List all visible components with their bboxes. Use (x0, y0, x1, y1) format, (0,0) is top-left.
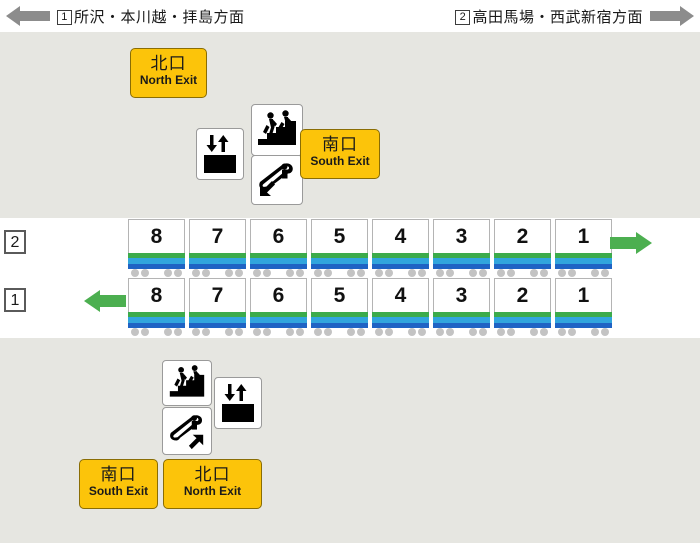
arrow-right-gray-icon (650, 6, 694, 26)
header-bar: 1 所沢・本川越・拝島方面 2 高田馬場・西武新宿方面 (0, 0, 700, 32)
arrow-left-gray-icon (6, 6, 50, 26)
car-wheels (311, 269, 368, 277)
car-wheels (128, 328, 185, 336)
car-wheels (311, 328, 368, 336)
train-car[interactable]: 8 (128, 219, 185, 277)
lower-north-exit-jp: 北口 (194, 465, 231, 484)
car-number: 7 (189, 278, 246, 312)
car-number: 3 (433, 219, 490, 253)
train-car[interactable]: 2 (494, 219, 551, 277)
upper-north-exit-en: North Exit (139, 73, 198, 87)
escalator-glyph (259, 163, 293, 196)
car-wheels (250, 328, 307, 336)
car-number: 8 (128, 278, 185, 312)
lower-elevator-icon[interactable] (214, 377, 262, 429)
car-wheels (189, 328, 246, 336)
header-direction-left: 1 所沢・本川越・拝島方面 (6, 5, 245, 27)
train-car[interactable]: 5 (311, 219, 368, 277)
car-number: 1 (555, 278, 612, 312)
train-car[interactable]: 1 (555, 278, 612, 336)
lower-south-exit-en: South Exit (88, 484, 149, 498)
stairs-glyph (169, 365, 205, 397)
upper-south-exit-jp: 南口 (322, 135, 358, 154)
car-number: 6 (250, 278, 307, 312)
car-number: 6 (250, 219, 307, 253)
car-wheels (372, 328, 429, 336)
car-number: 5 (311, 219, 368, 253)
train-car[interactable]: 3 (433, 219, 490, 277)
train-car[interactable]: 4 (372, 219, 429, 277)
train-car[interactable]: 8 (128, 278, 185, 336)
car-number: 4 (372, 278, 429, 312)
stairs-glyph (258, 110, 296, 145)
elevator-glyph (204, 135, 236, 173)
train-car[interactable]: 2 (494, 278, 551, 336)
platform-badge-2: 2 (4, 230, 26, 254)
car-number: 8 (128, 219, 185, 253)
header-direction-right: 2 高田馬場・西武新宿方面 (455, 5, 694, 27)
train-platform-1: 8 7 6 5 4 3 2 1 (128, 278, 612, 336)
lower-south-exit-jp: 南口 (100, 465, 137, 484)
train-car[interactable]: 6 (250, 278, 307, 336)
lower-stairs-icon[interactable] (162, 360, 212, 406)
car-number: 2 (494, 278, 551, 312)
car-number: 4 (372, 219, 429, 253)
train-car[interactable]: 7 (189, 219, 246, 277)
upper-north-exit-sign[interactable]: 北口 North Exit (130, 48, 207, 98)
car-number: 5 (311, 278, 368, 312)
lower-north-exit-en: North Exit (183, 484, 242, 498)
car-wheels (128, 269, 185, 277)
car-wheels (250, 269, 307, 277)
train-platform-2: 8 7 6 5 4 3 2 1 (128, 219, 612, 277)
car-wheels (494, 328, 551, 336)
train-car[interactable]: 5 (311, 278, 368, 336)
lower-south-exit-sign[interactable]: 南口 South Exit (79, 459, 158, 509)
upper-north-exit-jp: 北口 (150, 54, 187, 73)
upper-elevator-icon[interactable] (196, 128, 244, 180)
lower-concourse-area (0, 338, 700, 543)
car-wheels (494, 269, 551, 277)
lower-north-exit-sign[interactable]: 北口 North Exit (163, 459, 262, 509)
car-wheels (555, 328, 612, 336)
header-left-destinations: 所沢・本川越・拝島方面 (74, 8, 245, 26)
car-number: 1 (555, 219, 612, 253)
train-car[interactable]: 4 (372, 278, 429, 336)
upper-concourse-area (0, 32, 700, 218)
train-car[interactable]: 6 (250, 219, 307, 277)
car-wheels (372, 269, 429, 277)
platform-1-direction-arrow-left-icon (84, 290, 126, 312)
train-car[interactable]: 3 (433, 278, 490, 336)
upper-south-exit-sign[interactable]: 南口 South Exit (300, 129, 380, 179)
platform-2-direction-arrow-right-icon (610, 232, 652, 254)
train-car[interactable]: 7 (189, 278, 246, 336)
train-car[interactable]: 1 (555, 219, 612, 277)
upper-escalator-icon[interactable] (251, 155, 303, 205)
header-right-destinations: 高田馬場・西武新宿方面 (472, 8, 643, 26)
header-right-platform-number: 2 (455, 10, 471, 26)
upper-south-exit-en: South Exit (310, 154, 370, 168)
car-number: 3 (433, 278, 490, 312)
car-wheels (189, 269, 246, 277)
elevator-glyph (222, 384, 254, 422)
header-right-label: 2 高田馬場・西武新宿方面 (455, 6, 643, 27)
car-number: 2 (494, 219, 551, 253)
header-left-platform-number: 1 (57, 10, 72, 26)
car-wheels (433, 328, 490, 336)
platform-badge-1: 1 (4, 288, 26, 312)
escalator-glyph (170, 415, 204, 450)
car-number: 7 (189, 219, 246, 253)
header-left-label: 1 所沢・本川越・拝島方面 (57, 6, 245, 27)
car-wheels (433, 269, 490, 277)
upper-stairs-icon[interactable] (251, 104, 303, 156)
car-wheels (555, 269, 612, 277)
lower-escalator-icon[interactable] (162, 407, 212, 455)
